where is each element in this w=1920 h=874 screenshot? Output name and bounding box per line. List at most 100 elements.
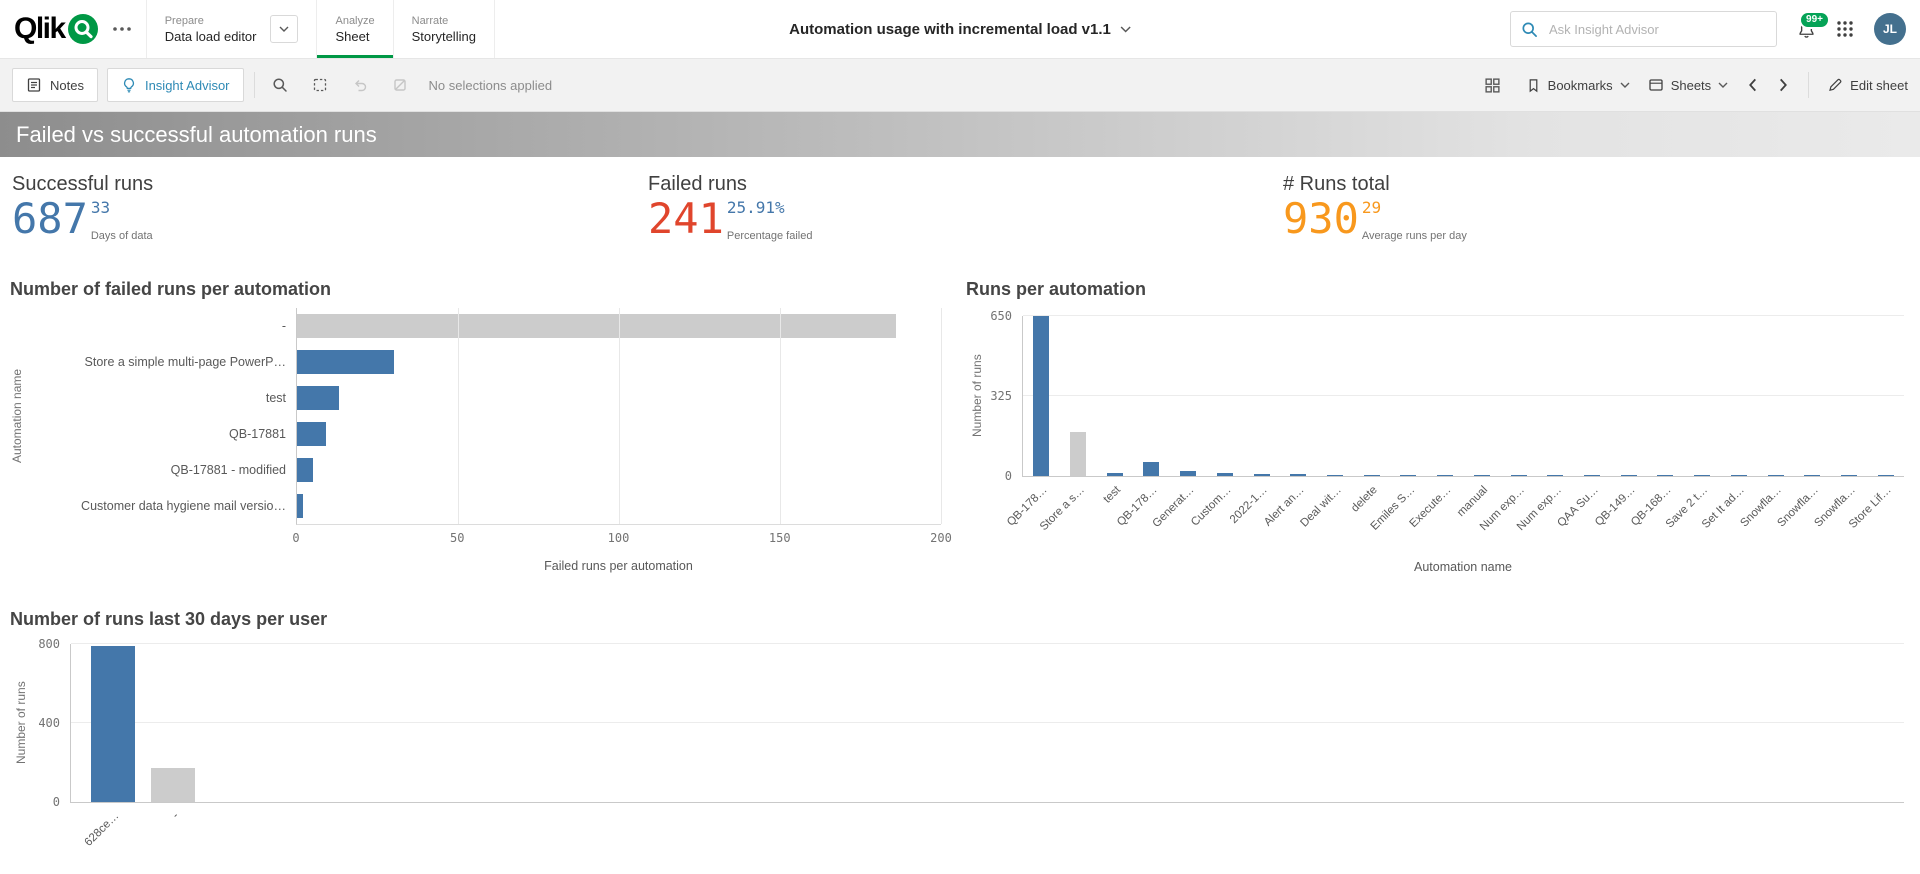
bar[interactable] [1767, 474, 1784, 476]
bar[interactable] [1840, 474, 1857, 476]
chart-failed-runs-per-automation: Number of failed runs per automation Aut… [10, 279, 960, 573]
step-back-icon[interactable] [345, 70, 375, 100]
bar[interactable] [1877, 474, 1894, 476]
y-tick: 650 [990, 309, 1012, 323]
bar[interactable] [297, 386, 339, 410]
bar[interactable] [1400, 474, 1417, 476]
notes-button[interactable]: Notes [12, 68, 98, 102]
notification-badge: 99+ [1799, 10, 1830, 29]
bar[interactable] [1216, 472, 1233, 476]
bar[interactable] [1143, 462, 1160, 476]
bar[interactable] [297, 350, 394, 374]
category-label[interactable]: manual [1455, 484, 1490, 519]
kpi-title: Failed runs [648, 173, 747, 195]
main-nav: Prepare Data load editor Analyze Sheet N… [145, 0, 495, 58]
more-menu-icon[interactable] [112, 26, 132, 32]
app-title[interactable]: Automation usage with incremental load v… [789, 21, 1131, 38]
bar[interactable] [1106, 473, 1123, 476]
x-axis-labels: 628ce… - [70, 804, 1904, 874]
lightbulb-icon [121, 77, 137, 93]
qlik-logo[interactable]: Qlik [14, 12, 98, 46]
bar[interactable] [297, 422, 326, 446]
bar[interactable] [1070, 431, 1087, 476]
next-sheet-button[interactable] [1777, 74, 1790, 96]
top-bar: Qlik Prepare Data load editor Analyze Sh… [0, 0, 1920, 59]
kpi-value: 930 [1283, 194, 1359, 243]
bar[interactable] [1033, 316, 1050, 476]
insight-advisor-button[interactable]: Insight Advisor [106, 68, 244, 102]
bookmark-icon [1526, 78, 1541, 93]
sheets-button[interactable]: Sheets [1648, 77, 1728, 93]
prepare-dropdown-button[interactable] [270, 15, 299, 43]
bar[interactable] [297, 494, 304, 518]
search-icon [1521, 21, 1538, 38]
nav-prepare[interactable]: Prepare Data load editor [145, 0, 317, 58]
category-label[interactable]: - [170, 810, 181, 821]
edit-sheet-label: Edit sheet [1850, 77, 1908, 93]
bar[interactable] [1180, 470, 1197, 476]
category-label[interactable]: test [34, 380, 296, 416]
x-axis-title: Failed runs per automation [544, 559, 693, 573]
x-axis-labels: QB-178… Store a s… test QB-178… Generat… Cust… [1005, 478, 1904, 562]
bar[interactable] [151, 768, 195, 802]
bar[interactable] [1253, 473, 1270, 476]
chart-runs-last-30-days-per-user: Number of runs last 30 days per user Num… [10, 609, 1910, 872]
chart-title: Runs per automation [966, 279, 1147, 299]
app-launcher-icon[interactable] [1836, 20, 1854, 38]
bar[interactable] [91, 645, 135, 802]
bar[interactable] [297, 314, 896, 338]
bar[interactable] [1694, 474, 1711, 476]
kpi-title: # Runs total [1283, 173, 1390, 195]
category-label[interactable]: test [1102, 484, 1124, 506]
search-selections-icon[interactable] [265, 70, 295, 100]
bar[interactable] [1547, 474, 1564, 476]
kpi-sub-value: 25.91% [726, 198, 785, 217]
bar[interactable] [1363, 474, 1380, 476]
y-tick: 0 [1004, 469, 1012, 483]
notes-icon [26, 77, 42, 93]
bookmarks-button[interactable]: Bookmarks [1526, 78, 1630, 93]
selections-tool-icon[interactable] [305, 70, 335, 100]
bar[interactable] [1510, 474, 1527, 476]
category-label[interactable]: Customer data hygiene mail versio… [34, 488, 296, 524]
layout-grid-icon[interactable] [1478, 70, 1508, 100]
bar[interactable] [1473, 474, 1490, 476]
bar[interactable] [1583, 474, 1600, 476]
category-label[interactable]: QB-17881 - modified [34, 452, 296, 488]
sheet-icon [1648, 77, 1664, 93]
bar[interactable] [1620, 474, 1637, 476]
notifications-button[interactable]: 99+ [1797, 10, 1830, 39]
kpi-failed-runs[interactable]: Failed runs 241 25.91% Percentage failed [648, 173, 812, 242]
category-label[interactable]: - [34, 308, 296, 344]
avatar[interactable]: JL [1874, 13, 1906, 45]
category-label[interactable]: QB-17881 [34, 416, 296, 452]
bar[interactable] [1657, 474, 1674, 476]
bar[interactable] [1804, 474, 1821, 476]
chevron-down-icon [1620, 82, 1630, 88]
bar[interactable] [1730, 474, 1747, 476]
clear-selections-icon[interactable] [385, 70, 415, 100]
edit-sheet-button[interactable]: Edit sheet [1827, 77, 1908, 93]
kpi-successful-runs[interactable]: Successful runs 687 33 Days of data [12, 173, 153, 242]
category-label[interactable]: Store a simple multi-page PowerP… [34, 344, 296, 380]
previous-sheet-button[interactable] [1746, 74, 1759, 96]
chart-canvas: Number of runs 0 400 800 628ce… - [10, 637, 1910, 874]
bar[interactable] [1437, 474, 1454, 476]
sheet-content: Successful runs 687 33 Days of data Fail… [0, 157, 1920, 872]
sheet-title-bar: Failed vs successful automation runs [0, 112, 1920, 157]
category-label[interactable]: delete [1350, 484, 1381, 515]
search-input[interactable] [1547, 20, 1766, 38]
qlik-logo-icon [67, 14, 98, 44]
divider [253, 72, 255, 98]
insight-advisor-search[interactable] [1510, 11, 1777, 47]
kpi-runs-total[interactable]: # Runs total 930 29 Average runs per day [1283, 173, 1467, 242]
bar[interactable] [1327, 474, 1344, 476]
category-label[interactable]: 628ce… [83, 810, 122, 849]
y-tick: 325 [990, 389, 1012, 403]
plot-area [1022, 315, 1904, 477]
bar[interactable] [297, 458, 314, 482]
nav-narrate[interactable]: Narrate Storytelling [392, 0, 495, 58]
nav-analyze[interactable]: Analyze Sheet [316, 0, 393, 58]
chart-title: Number of failed runs per automation [10, 279, 332, 299]
bar[interactable] [1290, 474, 1307, 476]
